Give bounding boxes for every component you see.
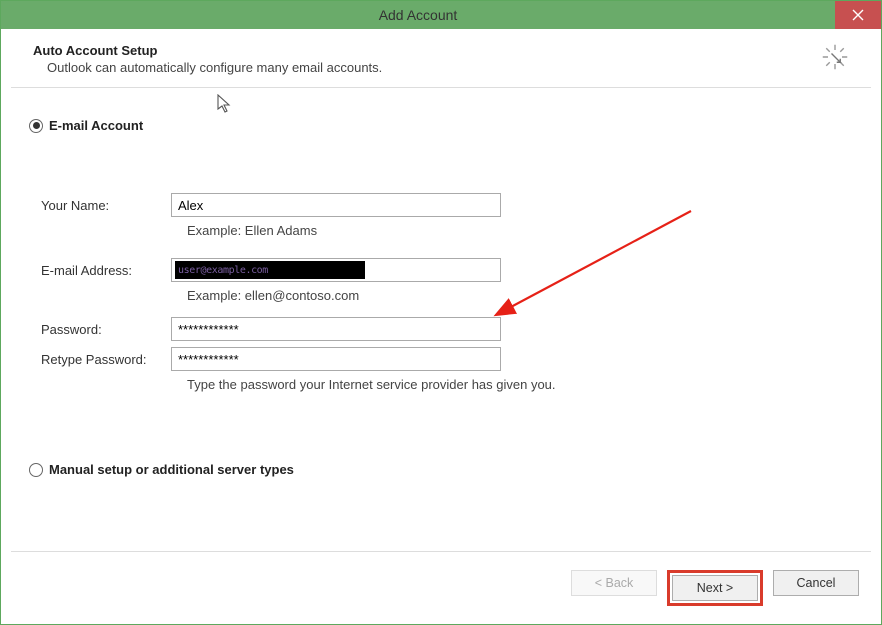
window-title: Add Account [1, 7, 835, 23]
email-account-label: E-mail Account [49, 118, 143, 133]
name-hint: Example: Ellen Adams [187, 223, 853, 238]
wizard-header: Auto Account Setup Outlook can automatic… [11, 29, 871, 88]
password-label: Password: [41, 322, 171, 337]
retype-password-label: Retype Password: [41, 352, 171, 367]
email-input[interactable]: user@example.com [171, 258, 501, 282]
cancel-button[interactable]: Cancel [773, 570, 859, 596]
retype-password-input[interactable] [171, 347, 501, 371]
wizard-footer: < Back Next > Cancel [11, 551, 871, 624]
password-input[interactable] [171, 317, 501, 341]
cursor-icon [216, 94, 234, 117]
header-title: Auto Account Setup [33, 43, 382, 58]
name-row: Your Name: [41, 193, 853, 217]
wizard-body: E-mail Account Your Name: Example: Ellen… [1, 88, 881, 551]
email-label: E-mail Address: [41, 263, 171, 278]
manual-setup-radio[interactable]: Manual setup or additional server types [29, 462, 853, 477]
wizard-icon [821, 43, 849, 74]
email-row: E-mail Address: user@example.com [41, 258, 853, 282]
back-button: < Back [571, 570, 657, 596]
name-label: Your Name: [41, 198, 171, 213]
email-account-radio[interactable]: E-mail Account [29, 118, 853, 133]
email-hint: Example: ellen@contoso.com [187, 288, 853, 303]
close-icon [852, 9, 864, 21]
email-redacted-overlay: user@example.com [175, 261, 365, 279]
radio-unselected-icon [29, 463, 43, 477]
manual-setup-label: Manual setup or additional server types [49, 462, 294, 477]
header-text: Auto Account Setup Outlook can automatic… [33, 43, 382, 75]
password-hint: Type the password your Internet service … [187, 377, 853, 392]
next-button[interactable]: Next > [672, 575, 758, 601]
titlebar: Add Account [1, 1, 881, 29]
name-input[interactable] [171, 193, 501, 217]
add-account-dialog: Add Account Auto Account Setup Outlook c… [0, 0, 882, 625]
next-button-highlight: Next > [667, 570, 763, 606]
close-button[interactable] [835, 1, 881, 29]
retype-password-row: Retype Password: [41, 347, 853, 371]
header-subtitle: Outlook can automatically configure many… [47, 60, 382, 75]
radio-selected-icon [29, 119, 43, 133]
form-area: Your Name: Example: Ellen Adams E-mail A… [29, 193, 853, 392]
password-row: Password: [41, 317, 853, 341]
